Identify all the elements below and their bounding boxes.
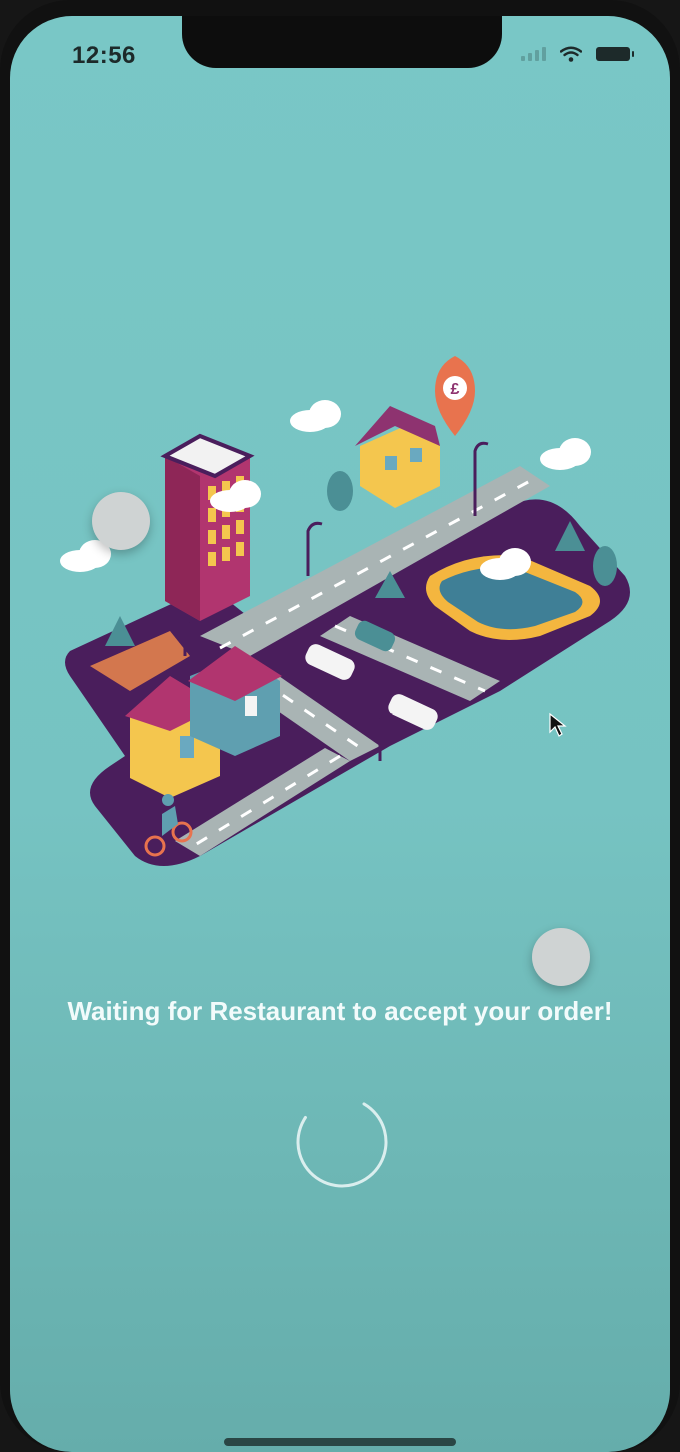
isometric-city-map-illustration: £ bbox=[60, 356, 630, 866]
mouse-cursor-icon bbox=[549, 712, 567, 737]
wifi-icon bbox=[560, 46, 582, 62]
touch-indicator bbox=[92, 492, 150, 550]
map-base bbox=[65, 499, 630, 866]
battery-icon bbox=[596, 47, 634, 61]
yellow-house bbox=[355, 406, 440, 508]
location-pin-icon: £ bbox=[435, 356, 475, 436]
loading-spinner bbox=[296, 1096, 388, 1188]
home-indicator[interactable] bbox=[224, 1438, 456, 1446]
office-tower bbox=[160, 433, 255, 621]
app-screen: 12:56 £ Waiting for Restaurant to accept… bbox=[10, 16, 670, 1452]
svg-text:£: £ bbox=[451, 381, 460, 398]
status-icons bbox=[521, 46, 634, 62]
order-status-message: Waiting for Restaurant to accept your or… bbox=[67, 996, 613, 1026]
signal-icon bbox=[521, 47, 546, 61]
phone-frame: 12:56 £ Waiting for Restaurant to accept… bbox=[0, 0, 680, 1452]
status-time: 12:56 bbox=[72, 42, 136, 69]
touch-indicator bbox=[532, 928, 590, 986]
device-notch bbox=[182, 16, 502, 68]
